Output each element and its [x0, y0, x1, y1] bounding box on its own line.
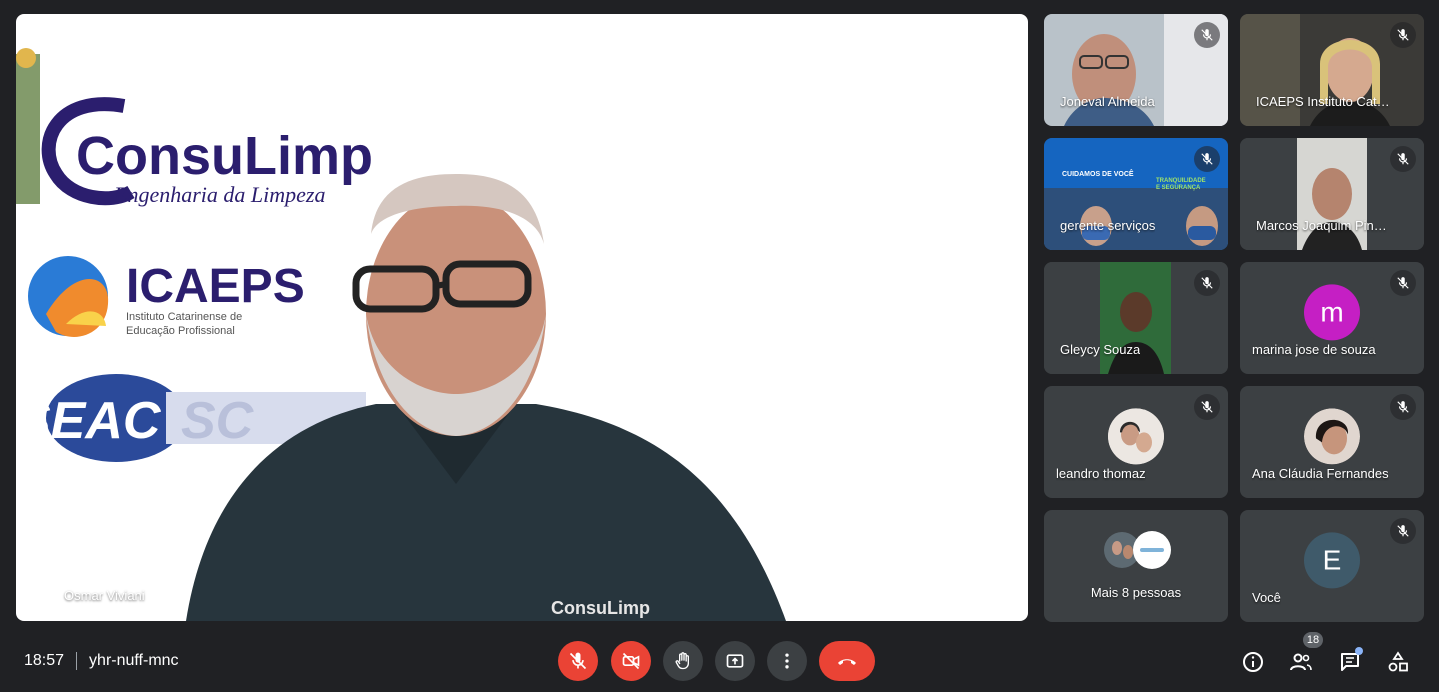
participant-name: Mais 8 pessoas — [1090, 585, 1182, 600]
mic-off-icon — [1201, 153, 1213, 165]
present-icon — [726, 654, 744, 668]
icaeps-logo: ICAEPS Instituto Catarinense de Educação… — [28, 256, 305, 337]
mic-off-icon — [1397, 525, 1409, 537]
avatar: E — [1304, 532, 1360, 589]
participant-name: gerente serviços — [1060, 218, 1156, 233]
seac-suffix: SC — [181, 392, 255, 450]
mic-off-icon — [1397, 29, 1409, 41]
muted-indicator — [1194, 394, 1220, 420]
more-options-button[interactable] — [767, 641, 807, 681]
separator — [76, 652, 78, 670]
mic-off-icon — [1397, 401, 1409, 413]
avatar — [1108, 408, 1164, 465]
hang-up-icon — [838, 659, 856, 665]
meeting-details-button[interactable] — [1239, 648, 1267, 676]
mic-off-icon — [1201, 277, 1213, 289]
mic-off-icon — [1397, 153, 1409, 165]
muted-indicator — [1194, 146, 1220, 172]
participant-tile-group[interactable]: Mais 8 pessoas — [1044, 510, 1228, 622]
camera-toggle-button[interactable] — [611, 641, 651, 681]
present-screen-button[interactable] — [715, 641, 755, 681]
participant-tile[interactable]: Joneval Almeida — [1044, 14, 1228, 126]
participant-name: leandro thomaz — [1056, 466, 1146, 481]
participant-tile[interactable]: Marcos Joaquim Pin… — [1240, 138, 1424, 250]
avatar — [1304, 408, 1360, 465]
activities-button[interactable] — [1384, 648, 1412, 676]
banner-text-3: E SEGURANÇA — [1156, 185, 1201, 191]
meeting-info: 18:57 yhr-nuff-mnc — [24, 652, 179, 670]
participant-name: Gleycy Souza — [1060, 342, 1141, 357]
bottom-control-bar: 18:57 yhr-nuff-mnc — [0, 630, 1439, 692]
speaker-video: ConsuLimp Engenharia da Limpeza ICAEPS I… — [16, 48, 786, 621]
participant-tile[interactable]: Ana Cláudia Fernandes — [1240, 386, 1424, 498]
activities-icon — [1388, 651, 1408, 672]
mic-off-icon — [1201, 401, 1213, 413]
seac-title: SEAC — [16, 392, 162, 450]
participant-name: Marcos Joaquim Pin… — [1256, 218, 1387, 233]
people-icon — [1290, 653, 1312, 671]
participant-name: Joneval Almeida — [1060, 94, 1155, 109]
participant-tile[interactable]: Gleycy Souza — [1044, 262, 1228, 374]
participants-button[interactable] — [1287, 648, 1315, 676]
participant-name: marina jose de souza — [1252, 342, 1376, 357]
participant-name: ICAEPS Instituto Cat… — [1256, 94, 1390, 109]
muted-indicator — [1390, 146, 1416, 172]
participant-name: Ana Cláudia Fernandes — [1252, 466, 1389, 481]
speaker-name: Osmar Viviani — [64, 588, 145, 603]
consulimp-subtitle: Engenharia da Limpeza — [113, 182, 325, 207]
banner-text-1: CUIDAMOS DE VOCÊ — [1062, 169, 1134, 178]
participant-tile[interactable]: CUIDAMOS DE VOCÊ TRANQUILIDADE E SEGURAN… — [1044, 138, 1228, 250]
meeting-time: 18:57 — [24, 652, 65, 669]
consulimp-title: ConsuLimp — [76, 126, 373, 186]
participants-count-badge: 18 — [1303, 632, 1323, 648]
muted-indicator — [1390, 22, 1416, 48]
meeting-code: yhr-nuff-mnc — [89, 652, 179, 669]
icaeps-subtitle-2: Educação Profissional — [126, 325, 235, 337]
group-avatars — [1104, 531, 1171, 569]
muted-indicator — [1390, 270, 1416, 296]
chat-notification-dot — [1355, 647, 1363, 655]
raise-hand-button[interactable] — [663, 641, 703, 681]
mic-off-icon — [1201, 29, 1213, 41]
muted-indicator — [1194, 270, 1220, 296]
camera-off-icon — [622, 652, 640, 670]
muted-indicator — [1194, 22, 1220, 48]
participant-tile[interactable]: ICAEPS Instituto Cat… — [1240, 14, 1424, 126]
muted-indicator — [1390, 518, 1416, 544]
leave-call-button[interactable] — [819, 641, 875, 681]
icaeps-title: ICAEPS — [126, 260, 305, 313]
main-video-stage[interactable]: ConsuLimp Engenharia da Limpeza ICAEPS I… — [16, 14, 1028, 621]
consulimp-logo: ConsuLimp Engenharia da Limpeza — [16, 48, 373, 207]
banner-text-2: TRANQUILIDADE — [1156, 178, 1206, 184]
participant-tile-self[interactable]: E Você — [1240, 510, 1424, 622]
participant-tile[interactable]: leandro thomaz — [1044, 386, 1228, 498]
participant-tile[interactable]: m marina jose de souza — [1240, 262, 1424, 374]
info-icon — [1243, 652, 1263, 672]
avatar: m — [1304, 284, 1360, 341]
shirt-logo: ConsuLimp — [551, 598, 650, 618]
participant-name: Você — [1252, 590, 1281, 605]
hand-icon — [675, 652, 689, 670]
mic-toggle-button[interactable] — [558, 641, 598, 681]
mic-off-icon — [569, 652, 587, 670]
mic-off-icon — [1397, 277, 1409, 289]
muted-indicator — [1390, 394, 1416, 420]
more-vert-icon — [785, 653, 789, 669]
icaeps-subtitle-1: Instituto Catarinense de — [126, 311, 242, 323]
